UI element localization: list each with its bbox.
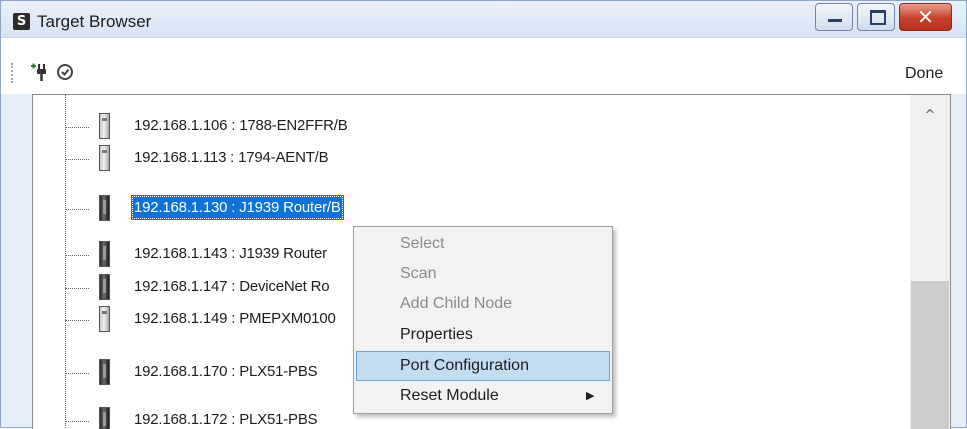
- close-icon: ✕: [917, 5, 934, 29]
- minimize-icon: [828, 19, 842, 22]
- target-browser-window: S Target Browser ✕ Done 192.168.1.106: …: [0, 0, 967, 429]
- done-button[interactable]: Done: [905, 65, 943, 83]
- tree-connector: [65, 209, 89, 210]
- menu-item-label: Reset Module: [400, 387, 499, 404]
- refresh-svg: [57, 64, 73, 80]
- refresh-icon[interactable]: [55, 62, 75, 82]
- device-module-icon: [99, 306, 110, 332]
- device-module-icon: [99, 407, 110, 429]
- tree-connector: [65, 159, 89, 160]
- maximize-button[interactable]: [857, 3, 895, 31]
- menu-item-label: Properties: [400, 326, 473, 343]
- menu-item-select[interactable]: Select: [356, 229, 610, 259]
- menu-item-properties[interactable]: Properties: [356, 320, 610, 350]
- tree-connector: [65, 255, 89, 256]
- device-module-icon: [99, 241, 110, 267]
- device-module-icon: [99, 195, 110, 221]
- title-bar: S Target Browser ✕: [1, 1, 966, 38]
- tree-item-label[interactable]: 192.168.1.113 : 1794-AENT/B: [134, 149, 329, 166]
- app-icon: S: [13, 13, 30, 30]
- add-plug-svg: [31, 63, 46, 81]
- tree-item-label[interactable]: 192.168.1.149 : PMEPXM0100: [134, 310, 336, 327]
- close-button[interactable]: ✕: [899, 3, 952, 31]
- tree-item-label[interactable]: 192.168.1.172 : PLX51-PBS: [134, 411, 318, 428]
- device-module-icon: [99, 274, 110, 300]
- maximize-icon: [870, 10, 886, 25]
- scroll-up-arrow[interactable]: ^: [910, 105, 950, 127]
- tree-item-label[interactable]: 192.168.1.106 : 1788-EN2FFR/B: [134, 117, 348, 134]
- tree-item-label[interactable]: 192.168.1.170 : PLX51-PBS: [134, 363, 318, 380]
- tree-connector: [65, 373, 89, 374]
- menu-item-scan[interactable]: Scan: [356, 259, 610, 289]
- minimize-button[interactable]: [815, 3, 853, 31]
- toolbar: Done: [1, 38, 966, 94]
- toolbar-grip[interactable]: [11, 63, 15, 83]
- tree-item-label[interactable]: 192.168.1.130 : J1939 Router/B: [131, 195, 344, 220]
- tree-connector: [65, 127, 89, 128]
- vertical-scrollbar[interactable]: ^: [910, 95, 950, 429]
- tree-item-selected[interactable]: 192.168.1.130 : J1939 Router/B: [33, 193, 913, 225]
- tree-item-label[interactable]: 192.168.1.143 : J1939 Router: [134, 245, 327, 262]
- tree-connector: [65, 421, 89, 422]
- submenu-arrow-icon: ▶: [586, 390, 595, 402]
- menu-item-add-child-node[interactable]: Add Child Node: [356, 289, 610, 319]
- menu-item-label: Port Configuration: [400, 357, 529, 374]
- scroll-thumb[interactable]: [911, 281, 949, 429]
- window-title: Target Browser: [37, 12, 152, 31]
- device-module-icon: [99, 359, 110, 385]
- menu-item-label: Scan: [400, 265, 437, 282]
- device-module-icon: [99, 113, 110, 139]
- add-plug-icon[interactable]: [29, 62, 49, 82]
- tree-item-label[interactable]: 192.168.1.147 : DeviceNet Ro: [134, 278, 330, 295]
- device-module-icon: [99, 145, 110, 171]
- tree-item[interactable]: 192.168.1.113 : 1794-AENT/B: [33, 143, 913, 175]
- menu-item-label: Add Child Node: [400, 295, 513, 312]
- tree-connector: [65, 288, 89, 289]
- menu-item-reset-module[interactable]: Reset Module ▶: [356, 381, 610, 411]
- menu-item-label: Select: [400, 235, 445, 252]
- tree-connector: [65, 320, 89, 321]
- context-menu: Select Scan Add Child Node Properties Po…: [353, 226, 613, 414]
- tree-item[interactable]: 192.168.1.106 : 1788-EN2FFR/B: [33, 111, 913, 143]
- menu-item-port-configuration[interactable]: Port Configuration: [356, 351, 610, 381]
